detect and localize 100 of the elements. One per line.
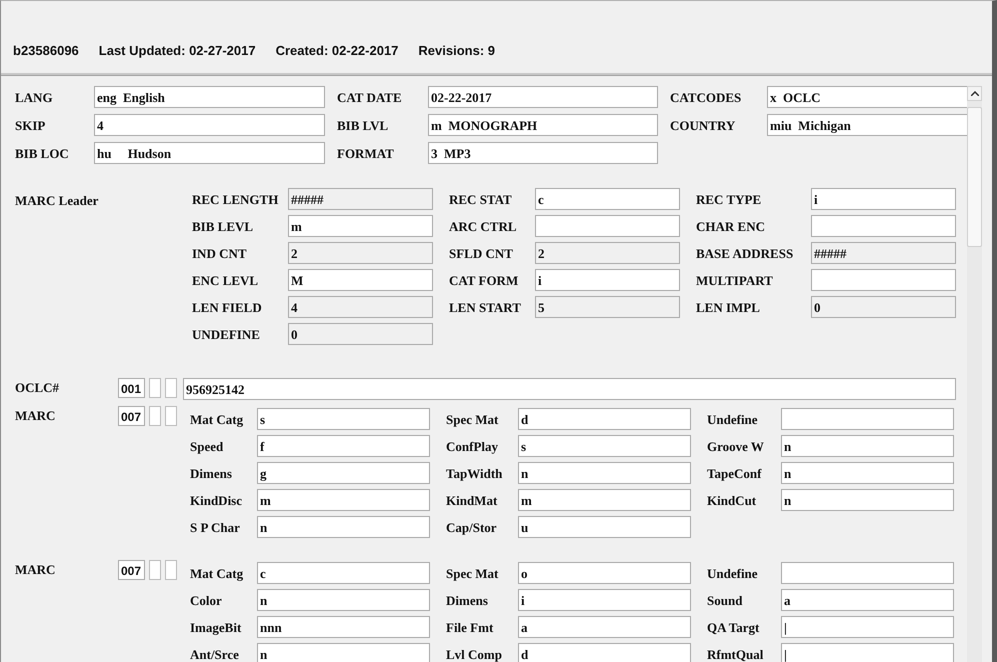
chevron-up-icon: [970, 91, 978, 96]
field-label: COUNTRY: [670, 117, 736, 135]
input-field[interactable]: |: [781, 643, 954, 662]
input-field[interactable]: 0: [288, 323, 433, 345]
input-field[interactable]: o: [518, 562, 691, 584]
input-field[interactable]: n: [781, 462, 954, 484]
scrollbar[interactable]: [967, 86, 982, 662]
field-label: Spec Mat: [446, 411, 500, 429]
input-field[interactable]: d: [518, 643, 691, 662]
input-field[interactable]: 2: [535, 242, 680, 264]
tag-field[interactable]: 007: [118, 406, 145, 426]
input-field[interactable]: n: [518, 462, 691, 484]
input-field[interactable]: 2: [288, 242, 433, 264]
field-label: Cap/Stor: [446, 519, 498, 537]
record-info: Created: 02-22-2017: [276, 43, 398, 60]
input-field[interactable]: m: [518, 489, 691, 511]
input-field[interactable]: d: [518, 408, 691, 430]
field-label: IND CNT: [192, 245, 248, 263]
input-field[interactable]: n: [781, 489, 954, 511]
indicator-field[interactable]: [165, 378, 177, 398]
input-field[interactable]: #####: [288, 188, 433, 210]
indicator-field[interactable]: [165, 560, 177, 580]
input-field[interactable]: i: [535, 269, 680, 291]
field-label: TapWidth: [446, 465, 504, 483]
input-field[interactable]: u: [518, 516, 691, 538]
input-field[interactable]: #####: [811, 242, 956, 264]
input-field[interactable]: miu Michigan: [767, 114, 967, 136]
input-field[interactable]: i: [811, 188, 956, 210]
input-field[interactable]: [781, 408, 954, 430]
input-field[interactable]: x OCLC: [767, 86, 967, 108]
field-label: REC STAT: [449, 191, 513, 209]
input-field[interactable]: g: [257, 462, 430, 484]
input-field[interactable]: a: [518, 616, 691, 638]
field-label: REC TYPE: [696, 191, 762, 209]
scroll-thumb[interactable]: [967, 107, 982, 247]
field-label: FORMAT: [337, 145, 395, 163]
field-label: MARC: [15, 407, 56, 425]
field-label: ConfPlay: [446, 438, 499, 456]
tag-field[interactable]: 001: [118, 378, 145, 398]
field-label: Color: [190, 592, 223, 610]
field-label: Mat Catg: [190, 565, 244, 583]
input-field[interactable]: nnn: [257, 616, 430, 638]
input-field[interactable]: c: [535, 188, 680, 210]
indicator-field[interactable]: [149, 560, 161, 580]
field-label: Spec Mat: [446, 565, 500, 583]
input-field[interactable]: [811, 269, 956, 291]
field-label: MARC: [15, 561, 56, 579]
input-field[interactable]: [811, 215, 956, 237]
indicator-field[interactable]: [165, 406, 177, 426]
input-field[interactable]: 3 MP3: [428, 142, 658, 164]
input-field[interactable]: hu Hudson: [94, 142, 325, 164]
input-field[interactable]: 4: [94, 114, 325, 136]
input-field[interactable]: m: [257, 489, 430, 511]
field-label: Groove W: [707, 438, 765, 456]
field-label: KindMat: [446, 492, 498, 510]
field-label: UNDEFINE: [192, 326, 261, 344]
input-field[interactable]: |: [781, 616, 954, 638]
input-field[interactable]: n: [781, 435, 954, 457]
field-label: BIB LOC: [15, 145, 70, 163]
input-field[interactable]: 4: [288, 296, 433, 318]
input-field[interactable]: M: [288, 269, 433, 291]
field-label: File Fmt: [446, 619, 494, 637]
input-field[interactable]: s: [518, 435, 691, 457]
field-label: Undefine: [707, 565, 759, 583]
field-label: LEN FIELD: [192, 299, 263, 317]
field-label: BASE ADDRESS: [696, 245, 794, 263]
input-field[interactable]: n: [257, 589, 430, 611]
input-field[interactable]: 5: [535, 296, 680, 318]
input-field[interactable]: s: [257, 408, 430, 430]
tag-field[interactable]: 007: [118, 560, 145, 580]
field-label: SKIP: [15, 117, 46, 135]
input-field[interactable]: a: [781, 589, 954, 611]
indicator-field[interactable]: [149, 406, 161, 426]
field-label: Undefine: [707, 411, 759, 429]
record-info: Revisions: 9: [418, 43, 496, 60]
field-label: BIB LEVL: [192, 218, 254, 236]
input-field[interactable]: 956925142: [183, 378, 956, 400]
input-field[interactable]: 0: [811, 296, 956, 318]
input-field[interactable]: c: [257, 562, 430, 584]
field-label: Dimens: [190, 465, 233, 483]
input-field[interactable]: m: [288, 215, 433, 237]
input-field[interactable]: [535, 215, 680, 237]
input-field[interactable]: m MONOGRAPH: [428, 114, 658, 136]
section-title: MARC Leader: [15, 192, 100, 210]
input-field[interactable]: n: [257, 643, 430, 662]
field-label: CATCODES: [670, 89, 742, 107]
field-label: LEN IMPL: [696, 299, 761, 317]
input-field[interactable]: eng English: [94, 86, 325, 108]
indicator-field[interactable]: [149, 378, 161, 398]
record-info: Last Updated: 02-27-2017: [98, 43, 256, 60]
record-id: b23586096: [13, 43, 79, 60]
input-field[interactable]: i: [518, 589, 691, 611]
field-label: Dimens: [446, 592, 489, 610]
field-label: Mat Catg: [190, 411, 244, 429]
input-field[interactable]: 02-22-2017: [428, 86, 658, 108]
input-field[interactable]: [781, 562, 954, 584]
input-field[interactable]: f: [257, 435, 430, 457]
field-label: KindDisc: [190, 492, 244, 510]
field-label: Sound: [707, 592, 744, 610]
input-field[interactable]: n: [257, 516, 430, 538]
